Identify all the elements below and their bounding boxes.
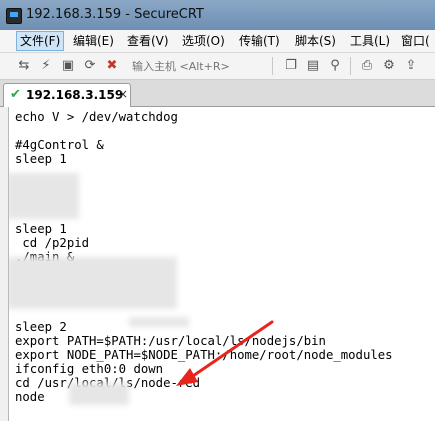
annotation-arrow [176, 320, 274, 386]
